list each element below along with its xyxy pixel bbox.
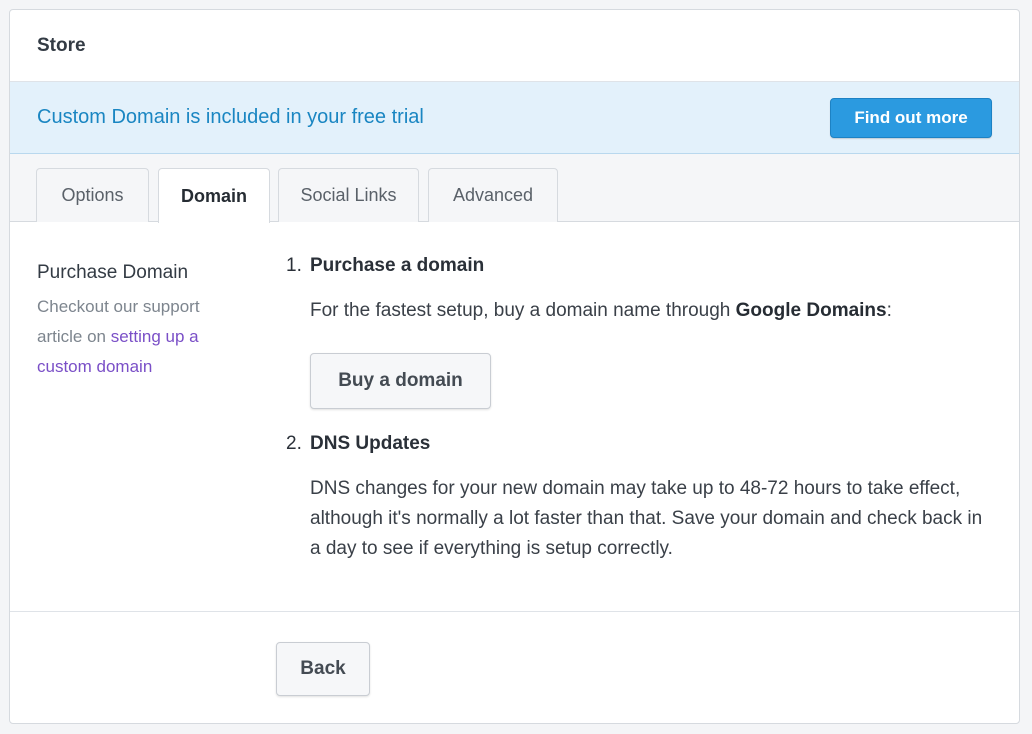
panel-footer: Back bbox=[10, 612, 1019, 722]
domain-tab-content: Purchase Domain Checkout our support art… bbox=[10, 222, 1019, 612]
tab-bar: Options Domain Social Links Advanced bbox=[10, 154, 1019, 223]
step-number: 1. bbox=[286, 255, 302, 276]
step-text-suffix: : bbox=[886, 300, 892, 321]
tab-social-links[interactable]: Social Links bbox=[278, 168, 419, 222]
step-purchase-domain: 1. Purchase a domain For the fastest set… bbox=[286, 252, 996, 409]
sidebar-description: Checkout our support article on setting … bbox=[37, 292, 247, 382]
tab-domain[interactable]: Domain bbox=[158, 168, 270, 223]
tab-options[interactable]: Options bbox=[36, 168, 149, 222]
store-panel: Store Custom Domain is included in your … bbox=[9, 9, 1020, 724]
panel-title: Store bbox=[37, 34, 86, 56]
step-number: 2. bbox=[286, 433, 302, 454]
step-title: Purchase a domain bbox=[310, 255, 485, 276]
trial-banner: Custom Domain is included in your free t… bbox=[10, 82, 1019, 154]
google-domains-label: Google Domains bbox=[735, 300, 887, 321]
step-text: For the fastest setup, buy a domain name… bbox=[310, 296, 996, 326]
panel-header: Store bbox=[10, 10, 1019, 82]
steps-list: 1. Purchase a domain For the fastest set… bbox=[286, 252, 996, 564]
step-actions: Buy a domain bbox=[310, 353, 996, 409]
find-out-more-button[interactable]: Find out more bbox=[830, 97, 992, 138]
banner-message: Custom Domain is included in your free t… bbox=[37, 106, 424, 128]
sidebar-title: Purchase Domain bbox=[37, 262, 189, 283]
step-title: DNS Updates bbox=[310, 433, 431, 454]
buy-domain-button[interactable]: Buy a domain bbox=[310, 353, 491, 409]
back-button[interactable]: Back bbox=[276, 642, 370, 696]
step-dns-updates: 2. DNS Updates DNS changes for your new … bbox=[286, 430, 996, 564]
step-heading: 2. DNS Updates bbox=[286, 430, 996, 458]
step-text: DNS changes for your new domain may take… bbox=[310, 478, 983, 559]
tab-advanced[interactable]: Advanced bbox=[428, 168, 558, 222]
step-heading: 1. Purchase a domain bbox=[286, 252, 996, 280]
sidebar-help: Purchase Domain Checkout our support art… bbox=[37, 262, 247, 382]
step-text-prefix: For the fastest setup, buy a domain name… bbox=[310, 300, 736, 321]
